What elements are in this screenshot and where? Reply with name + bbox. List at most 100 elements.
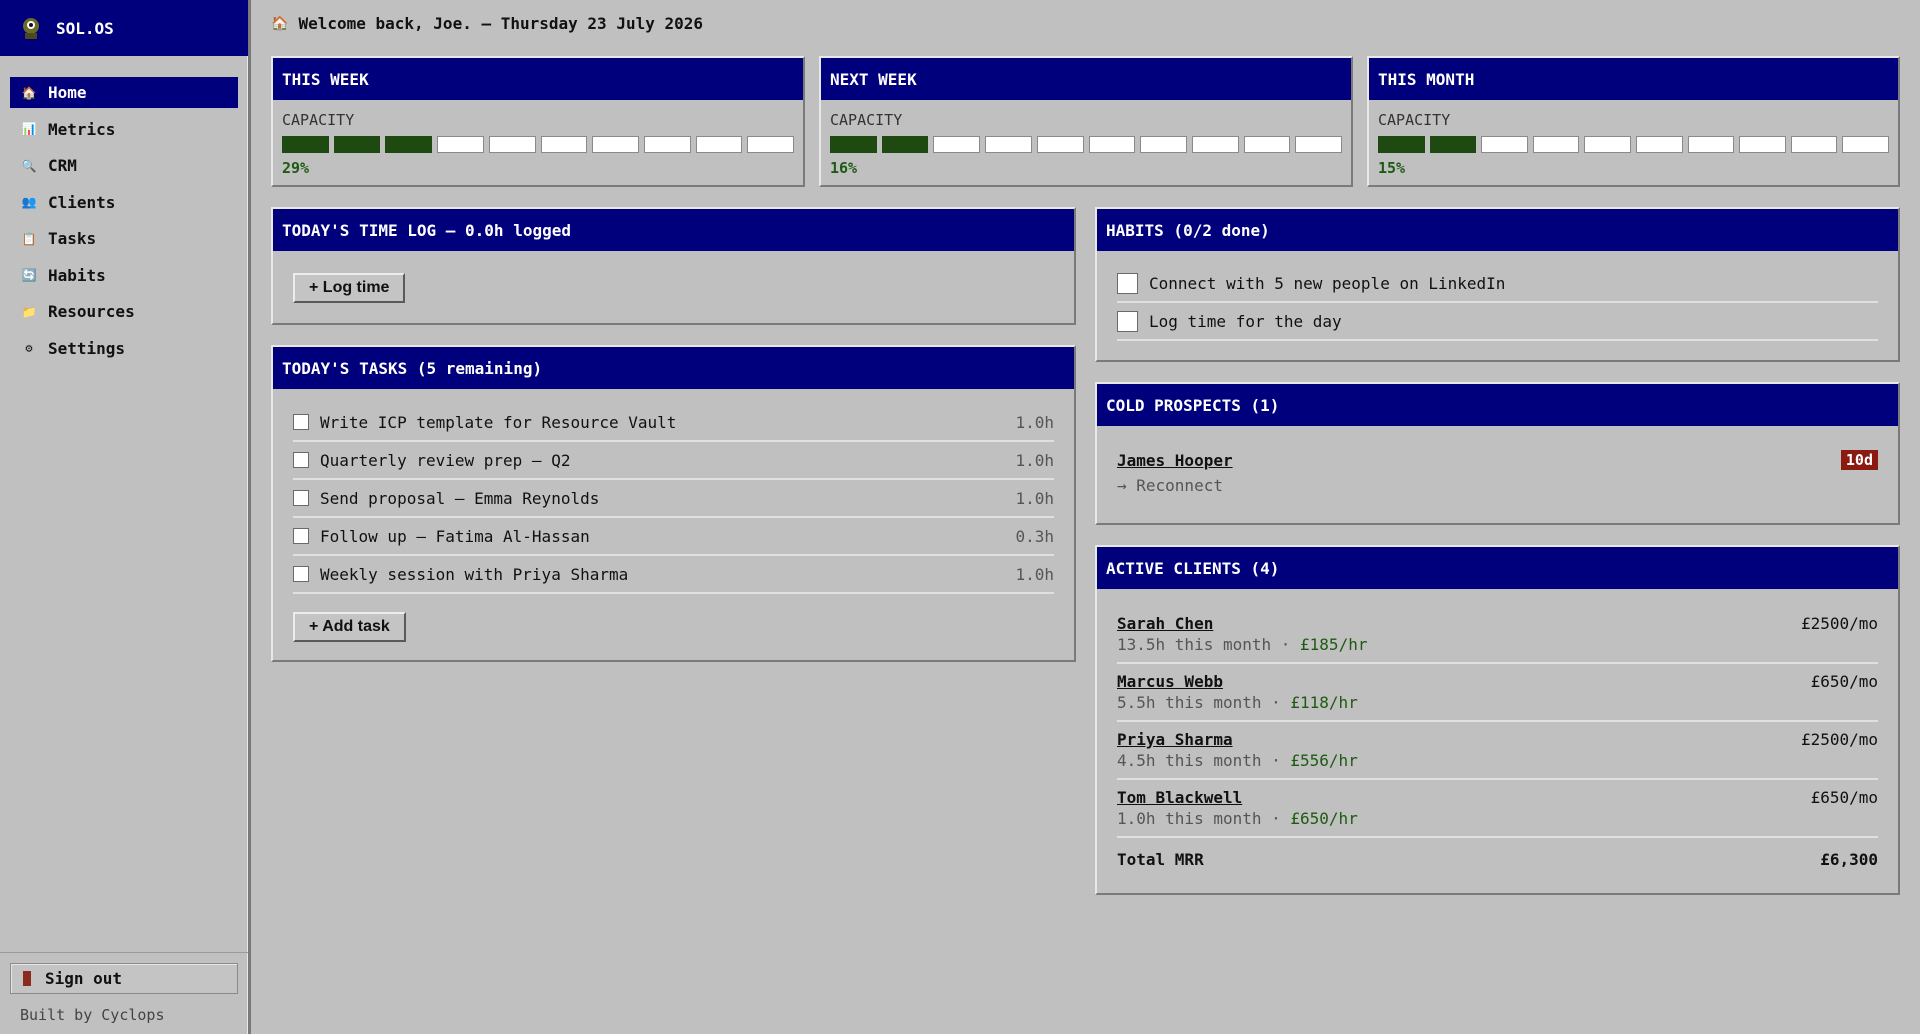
- capacity-percent: 16%: [830, 159, 858, 177]
- client-name-link[interactable]: Marcus Webb: [1117, 672, 1358, 691]
- client-row: Sarah Chen 13.5h this month · £185/hr £2…: [1117, 606, 1878, 664]
- client-mrr: £2500/mo: [1800, 730, 1878, 749]
- client-rate: £556/hr: [1290, 751, 1358, 770]
- client-rate: £650/hr: [1290, 809, 1358, 828]
- client-list: Sarah Chen 13.5h this month · £185/hr £2…: [1097, 589, 1898, 869]
- nav-label: Habits: [48, 265, 106, 285]
- main-nav: 🏠 Home 📊 Metrics 🔍 CRM 👥 Clients 📋 Tasks…: [0, 56, 248, 364]
- people-icon: 👥: [21, 195, 37, 209]
- capacity-segment-empty: [540, 136, 588, 153]
- client-name-link[interactable]: Priya Sharma: [1117, 730, 1358, 749]
- capacity-segment-empty: [1481, 136, 1528, 153]
- nav-label: Metrics: [48, 119, 116, 139]
- reconnect-action[interactable]: → Reconnect: [1117, 476, 1878, 495]
- nav-item-clients[interactable]: 👥 Clients: [10, 187, 238, 218]
- total-mrr-label: Total MRR: [1117, 850, 1204, 869]
- capacity-label: CAPACITY: [282, 111, 355, 129]
- client-name-link[interactable]: Sarah Chen: [1117, 614, 1367, 633]
- capacity-segment-empty: [1790, 136, 1838, 153]
- task-checkbox[interactable]: [293, 414, 309, 430]
- client-name-link[interactable]: Tom Blackwell: [1117, 788, 1358, 807]
- nav-item-metrics[interactable]: 📊 Metrics: [10, 114, 238, 145]
- client-row: Priya Sharma 4.5h this month · £556/hr £…: [1117, 722, 1878, 780]
- habit-checkbox[interactable]: [1117, 272, 1138, 294]
- capacity-label: CAPACITY: [830, 111, 903, 129]
- client-meta: 5.5h this month · £118/hr: [1117, 693, 1358, 712]
- client-meta: 13.5h this month · £185/hr: [1117, 635, 1367, 654]
- nav-item-habits[interactable]: 🔄 Habits: [10, 260, 238, 291]
- task-row: Weekly session with Priya Sharma 1.0h: [293, 556, 1054, 594]
- capacity-segment-empty: [437, 136, 484, 153]
- gear-icon: ⚙: [25, 341, 33, 355]
- nav-label: Settings: [48, 338, 126, 358]
- capacity-segment-empty: [1635, 136, 1683, 153]
- task-label: Weekly session with Priya Sharma: [320, 564, 629, 584]
- capacity-panel-next-week: NEXT WEEK CAPACITY 16%: [819, 56, 1353, 187]
- cyclops-logo-icon: [23, 18, 39, 39]
- brand-bar[interactable]: SOL.OS: [0, 0, 248, 56]
- client-meta: 1.0h this month · £650/hr: [1117, 809, 1358, 828]
- panel-title: COLD PROSPECTS (1): [1097, 384, 1898, 426]
- sign-out-label: Sign out: [45, 969, 123, 988]
- task-checkbox[interactable]: [293, 452, 309, 468]
- capacity-segment-empty: [1140, 136, 1187, 153]
- client-mrr: £650/mo: [1810, 788, 1878, 807]
- magnifier-icon: 🔍: [21, 158, 37, 173]
- nav-item-settings[interactable]: ⚙ Settings: [10, 333, 238, 364]
- client-rate: £185/hr: [1300, 635, 1368, 654]
- nav-item-resources[interactable]: 📁 Resources: [10, 296, 238, 327]
- task-label: Quarterly review prep — Q2: [320, 450, 571, 470]
- welcome-text: Welcome back, Joe. — Thursday 23 July 20…: [298, 14, 704, 33]
- nav-item-tasks[interactable]: 📋 Tasks: [10, 223, 238, 254]
- door-icon: [23, 971, 31, 986]
- capacity-segment-empty: [1842, 136, 1889, 153]
- task-hours: 1.0h: [1015, 488, 1054, 508]
- panel-title: HABITS (0/2 done): [1097, 209, 1898, 251]
- capacity-panel-this-month: THIS MONTH CAPACITY 15%: [1367, 56, 1900, 187]
- task-row: Follow up — Fatima Al-Hassan 0.3h: [293, 518, 1054, 556]
- task-checkbox[interactable]: [293, 566, 309, 582]
- log-time-button[interactable]: + Log time: [293, 273, 406, 303]
- panel-title: ACTIVE CLIENTS (4): [1097, 547, 1898, 589]
- habits-panel: HABITS (0/2 done) Connect with 5 new peo…: [1095, 207, 1900, 362]
- client-hours: 1.0h this month ·: [1117, 809, 1291, 828]
- panel-title: NEXT WEEK: [821, 58, 1351, 100]
- capacity-bar: [830, 136, 1343, 153]
- add-task-button[interactable]: + Add task: [293, 612, 406, 642]
- capacity-segment-empty: [1295, 136, 1343, 153]
- nav-item-home[interactable]: 🏠 Home: [10, 77, 238, 108]
- habit-checkbox[interactable]: [1117, 310, 1138, 332]
- days-badge: 10d: [1840, 450, 1878, 470]
- refresh-icon: 🔄: [21, 268, 37, 282]
- folder-icon: 📁: [21, 304, 37, 319]
- nav-label: Clients: [48, 192, 116, 212]
- capacity-percent: 29%: [282, 159, 310, 177]
- prospect-name-link[interactable]: James Hooper: [1117, 451, 1233, 470]
- capacity-segment-empty: [1243, 136, 1291, 153]
- client-row: Marcus Webb 5.5h this month · £118/hr £6…: [1117, 664, 1878, 722]
- bar-chart-icon: 📊: [21, 122, 37, 136]
- nav-item-crm[interactable]: 🔍 CRM: [10, 150, 238, 181]
- capacity-label: CAPACITY: [1378, 111, 1451, 129]
- task-row: Send proposal — Emma Reynolds 1.0h: [293, 480, 1054, 518]
- capacity-segment-empty: [1739, 136, 1786, 153]
- notepad-icon: 📋: [21, 231, 37, 246]
- client-mrr: £650/mo: [1810, 672, 1878, 691]
- task-checkbox[interactable]: [293, 528, 309, 544]
- welcome-message: 🏠 Welcome back, Joe. — Thursday 23 July …: [271, 14, 703, 33]
- task-checkbox[interactable]: [293, 490, 309, 506]
- total-mrr-row: Total MRR £6,300: [1117, 838, 1878, 869]
- panel-title: TODAY'S TIME LOG — 0.0h logged: [273, 209, 1074, 251]
- client-meta: 4.5h this month · £556/hr: [1117, 751, 1358, 770]
- client-hours: 5.5h this month ·: [1117, 693, 1291, 712]
- capacity-segment-empty: [747, 136, 795, 153]
- capacity-segment-empty: [985, 136, 1032, 153]
- capacity-segment-filled: [830, 136, 877, 153]
- capacity-segment-empty: [643, 136, 691, 153]
- habit-label: Log time for the day: [1149, 311, 1342, 331]
- sign-out-button[interactable]: Sign out: [10, 963, 238, 994]
- nav-label: Resources: [48, 302, 135, 321]
- capacity-segment-empty: [933, 136, 981, 153]
- task-label: Send proposal — Emma Reynolds: [320, 488, 600, 508]
- active-clients-panel: ACTIVE CLIENTS (4) Sarah Chen 13.5h this…: [1095, 545, 1900, 895]
